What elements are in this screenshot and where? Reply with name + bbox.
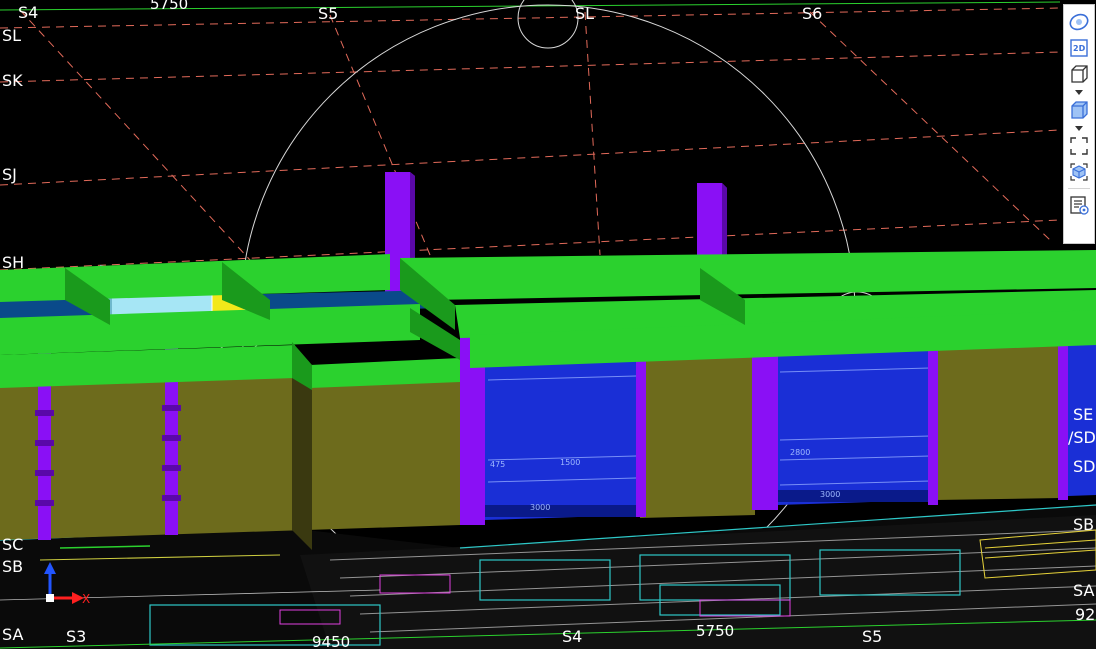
toolbar-separator — [1068, 188, 1090, 189]
orbit-button[interactable] — [1065, 9, 1093, 35]
axis-label-right: 92 — [1075, 605, 1095, 624]
axis-label-left: SK — [2, 71, 23, 90]
axis-label-top: S4 — [18, 3, 38, 22]
axis-label-right: SE — [1073, 405, 1093, 424]
render-mode-dropdown[interactable] — [1065, 123, 1093, 133]
dim-text: 1500 — [560, 458, 580, 467]
view-2d-button[interactable]: 2D — [1065, 35, 1093, 61]
view-mode-dropdown[interactable] — [1065, 87, 1093, 97]
fit-view-icon — [1070, 137, 1088, 155]
dim-text: 475 — [490, 460, 505, 469]
axis-label-left: SA — [2, 625, 23, 644]
axis-label-top: SL — [575, 4, 594, 23]
axis-label-left: SH — [2, 253, 24, 272]
axis-label-right: SB — [1073, 515, 1094, 534]
dim-text: 3000 — [820, 490, 840, 499]
axis-labels-right: SE /SD SD SB SA 92 — [1068, 405, 1096, 624]
chevron-down-icon — [1075, 89, 1083, 95]
axis-label-right: SD — [1073, 457, 1095, 476]
axis-label-right: /SD — [1068, 428, 1096, 447]
cad-3d-viewport[interactable]: 3000 1500 475 2800 3000 S4 5750 S5 SL S6… — [0, 0, 1096, 649]
axis-label-bottom: S5 — [862, 627, 882, 646]
dimension-bottom: 5750 — [696, 622, 734, 640]
axis-label-bottom: S4 — [562, 627, 582, 646]
view-cube-icon — [1070, 163, 1088, 181]
orbit-icon — [1069, 13, 1089, 31]
axis-labels-top: S4 5750 S5 SL S6 — [18, 0, 822, 23]
axis-label-left: SJ — [2, 165, 17, 184]
chevron-down-icon — [1075, 125, 1083, 131]
view-3d-wireframe-button[interactable] — [1065, 61, 1093, 87]
properties-panel-icon — [1070, 196, 1089, 215]
grid-lines — [0, 7, 1061, 271]
axis-label-top: S6 — [802, 4, 822, 23]
dimension-bottom: 9450 — [312, 633, 350, 649]
axis-label-left: SC — [2, 535, 23, 554]
view-cube-button[interactable] — [1065, 159, 1093, 185]
axis-label-bottom: S3 — [66, 627, 86, 646]
view-3d-wireframe-icon — [1071, 65, 1088, 83]
view-2d-label: 2D — [1073, 44, 1086, 53]
view-3d-solid-button[interactable] — [1065, 97, 1093, 123]
dimension-top: 5750 — [150, 0, 188, 13]
x-axis-label: X — [82, 592, 90, 606]
axis-label-top: S5 — [318, 4, 338, 23]
axis-label-left: SL — [2, 26, 21, 45]
axis-label-right: SA — [1073, 581, 1094, 600]
dim-text: 3000 — [530, 503, 550, 512]
axis-label-left: SB — [2, 557, 23, 576]
properties-panel-button[interactable] — [1065, 192, 1093, 218]
view-toolbar: 2D — [1063, 4, 1095, 244]
dim-text: 2800 — [790, 448, 810, 457]
view-3d-solid-icon — [1071, 101, 1088, 119]
fit-view-button[interactable] — [1065, 133, 1093, 159]
